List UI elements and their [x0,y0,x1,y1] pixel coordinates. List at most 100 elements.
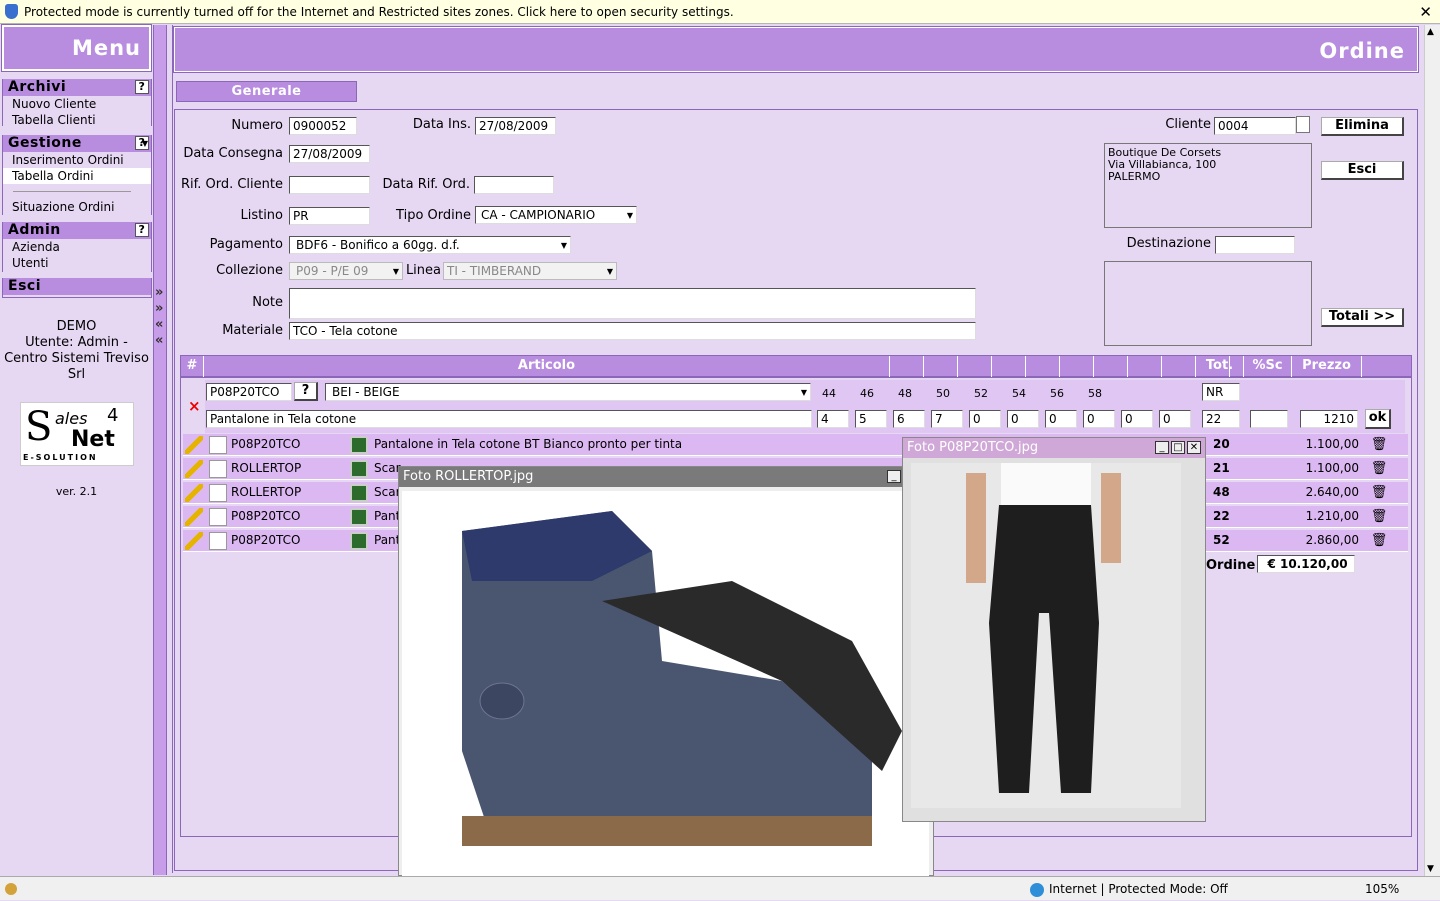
menu-splitter[interactable]: » » « « [153,25,167,875]
archivi-help-button[interactable]: ? [135,80,149,94]
copy-icon[interactable] [209,436,227,454]
qty-field[interactable]: 0 [1083,410,1115,428]
page-scrollbar[interactable]: ▲ ▼ [1424,25,1440,876]
entry-code-help-button[interactable]: ? [294,382,318,401]
gestione-title: Gestione? [3,135,151,152]
menu-item-nuovo-cliente[interactable]: Nuovo Cliente [3,96,151,112]
data-rif-field[interactable] [474,176,554,194]
photo-window-p08p20tco[interactable]: Foto P08P20TCO.jpg _ □ ✕ [902,437,1206,822]
entry-code-field[interactable]: P08P20TCO [206,383,292,401]
note-textarea[interactable] [289,288,976,319]
menu-item-azienda[interactable]: Azienda [3,239,151,255]
trash-icon[interactable]: 🗑 [1370,436,1388,454]
qty-field[interactable]: 5 [855,410,887,428]
remove-icon[interactable]: × [188,397,201,415]
photo-icon[interactable] [350,460,368,478]
menu-item-utenti[interactable]: Utenti [3,255,151,271]
photo-icon[interactable] [350,532,368,550]
totali-button[interactable]: Totali >> [1321,308,1404,327]
photo-icon[interactable] [350,436,368,454]
elimina-button[interactable]: Elimina [1321,117,1404,136]
qty-field[interactable]: 0 [1159,410,1191,428]
zone-status: Internet | Protected Mode: Off [1049,882,1228,896]
close-icon[interactable]: ✕ [1187,441,1201,454]
size-label: 52 [974,387,988,400]
copy-icon[interactable] [209,460,227,478]
numero-field[interactable]: 0900052 [289,117,357,135]
maximize-icon[interactable]: □ [1171,441,1185,454]
entry-color-select[interactable]: BEI - BEIGE [325,383,811,401]
photo-icon[interactable] [350,508,368,526]
listino-field[interactable]: PR [289,207,370,225]
data-consegna-field[interactable]: 27/08/2009 [289,145,370,163]
security-status-icon[interactable] [5,883,17,895]
copy-icon[interactable] [209,484,227,502]
menu-item-inserimento-ordini[interactable]: Inserimento Ordini [3,152,151,168]
photo-window-rollertop[interactable]: Foto ROLLERTOP.jpg _ [398,466,934,877]
esci-button[interactable]: Esci [1321,161,1404,180]
minimize-icon[interactable]: _ [1155,441,1169,454]
qty-field[interactable]: 0 [1007,410,1039,428]
ok-button[interactable]: ok [1365,409,1391,429]
entry-um-field[interactable]: NR [1202,383,1240,401]
entry-price-field[interactable]: 1210 [1300,410,1358,428]
qty-field[interactable]: 0 [1121,410,1153,428]
row-code: ROLLERTOP [231,461,302,475]
trash-icon[interactable]: 🗑 [1370,484,1388,502]
linea-select[interactable]: TI - TIMBERAND [443,262,617,280]
tab-generale[interactable]: Generale [176,81,357,102]
sales4net-logo: S ales 4 Net E-SOLUTION [20,402,134,466]
window-titlebar[interactable]: Foto ROLLERTOP.jpg _ [399,467,933,487]
tipo-ordine-select[interactable]: CA - CAMPIONARIO [475,206,637,224]
collapse-arrow[interactable]: « [155,333,163,348]
status-bar: Internet | Protected Mode: Off 105% [0,876,1440,900]
scroll-down-icon[interactable]: ▼ [1427,864,1434,874]
qty-field[interactable]: 0 [1045,410,1077,428]
minimize-icon[interactable]: _ [887,470,901,483]
photo-icon[interactable] [350,484,368,502]
col-size [992,356,1026,377]
copy-icon[interactable] [209,532,227,550]
qty-field[interactable]: 4 [817,410,849,428]
security-infobar[interactable]: Protected mode is currently turned off f… [0,0,1440,24]
zoom-level[interactable]: 105% [1365,877,1399,901]
collapse-arrow[interactable]: « [155,317,163,332]
collezione-select[interactable]: P09 - P/E 09 [289,262,403,280]
expand-arrow[interactable]: » [155,301,163,316]
trash-icon[interactable]: 🗑 [1370,460,1388,478]
entry-tot-field[interactable]: 22 [1202,410,1240,428]
pagamento-select[interactable]: BDF6 - Bonifico a 60gg. d.f. [289,236,571,254]
cliente-lookup-icon[interactable] [1296,116,1310,133]
menu-item-tabella-ordini[interactable]: Tabella Ordini [3,168,151,184]
esci-section[interactable]: Esci [2,278,152,298]
destinazione-field[interactable] [1215,236,1295,254]
menu-esci[interactable]: Esci [3,278,151,295]
close-icon[interactable]: ✕ [1419,0,1432,24]
edit-icon[interactable] [185,460,203,478]
edit-icon[interactable] [185,532,203,550]
scroll-up-icon[interactable]: ▲ [1427,27,1434,37]
col-size [890,356,924,377]
qty-field[interactable]: 0 [969,410,1001,428]
edit-icon[interactable] [185,508,203,526]
menu-item-situazione-ordini[interactable]: Situazione Ordini [3,199,151,215]
qty-field[interactable]: 7 [931,410,963,428]
trash-icon[interactable]: 🗑 [1370,508,1388,526]
materiale-field[interactable]: TCO - Tela cotone [289,322,976,340]
window-titlebar[interactable]: Foto P08P20TCO.jpg _ □ ✕ [903,438,1205,458]
col-size [958,356,992,377]
table-row[interactable]: P08P20TCO Pantalone in Tela cotone BT Bi… [183,434,1408,456]
edit-icon[interactable] [185,436,203,454]
cliente-field[interactable]: 0004 [1214,117,1296,135]
copy-icon[interactable] [209,508,227,526]
entry-desc-field[interactable]: Pantalone in Tela cotone [206,410,812,428]
trash-icon[interactable]: 🗑 [1370,532,1388,550]
rif-ord-field[interactable] [289,176,370,194]
edit-icon[interactable] [185,484,203,502]
admin-help-button[interactable]: ? [135,223,149,237]
expand-arrow[interactable]: » [155,285,163,300]
menu-item-tabella-clienti[interactable]: Tabella Clienti [3,112,151,128]
data-ins-field[interactable]: 27/08/2009 [475,117,556,135]
qty-field[interactable]: 6 [893,410,925,428]
entry-sc-field[interactable] [1250,410,1288,428]
